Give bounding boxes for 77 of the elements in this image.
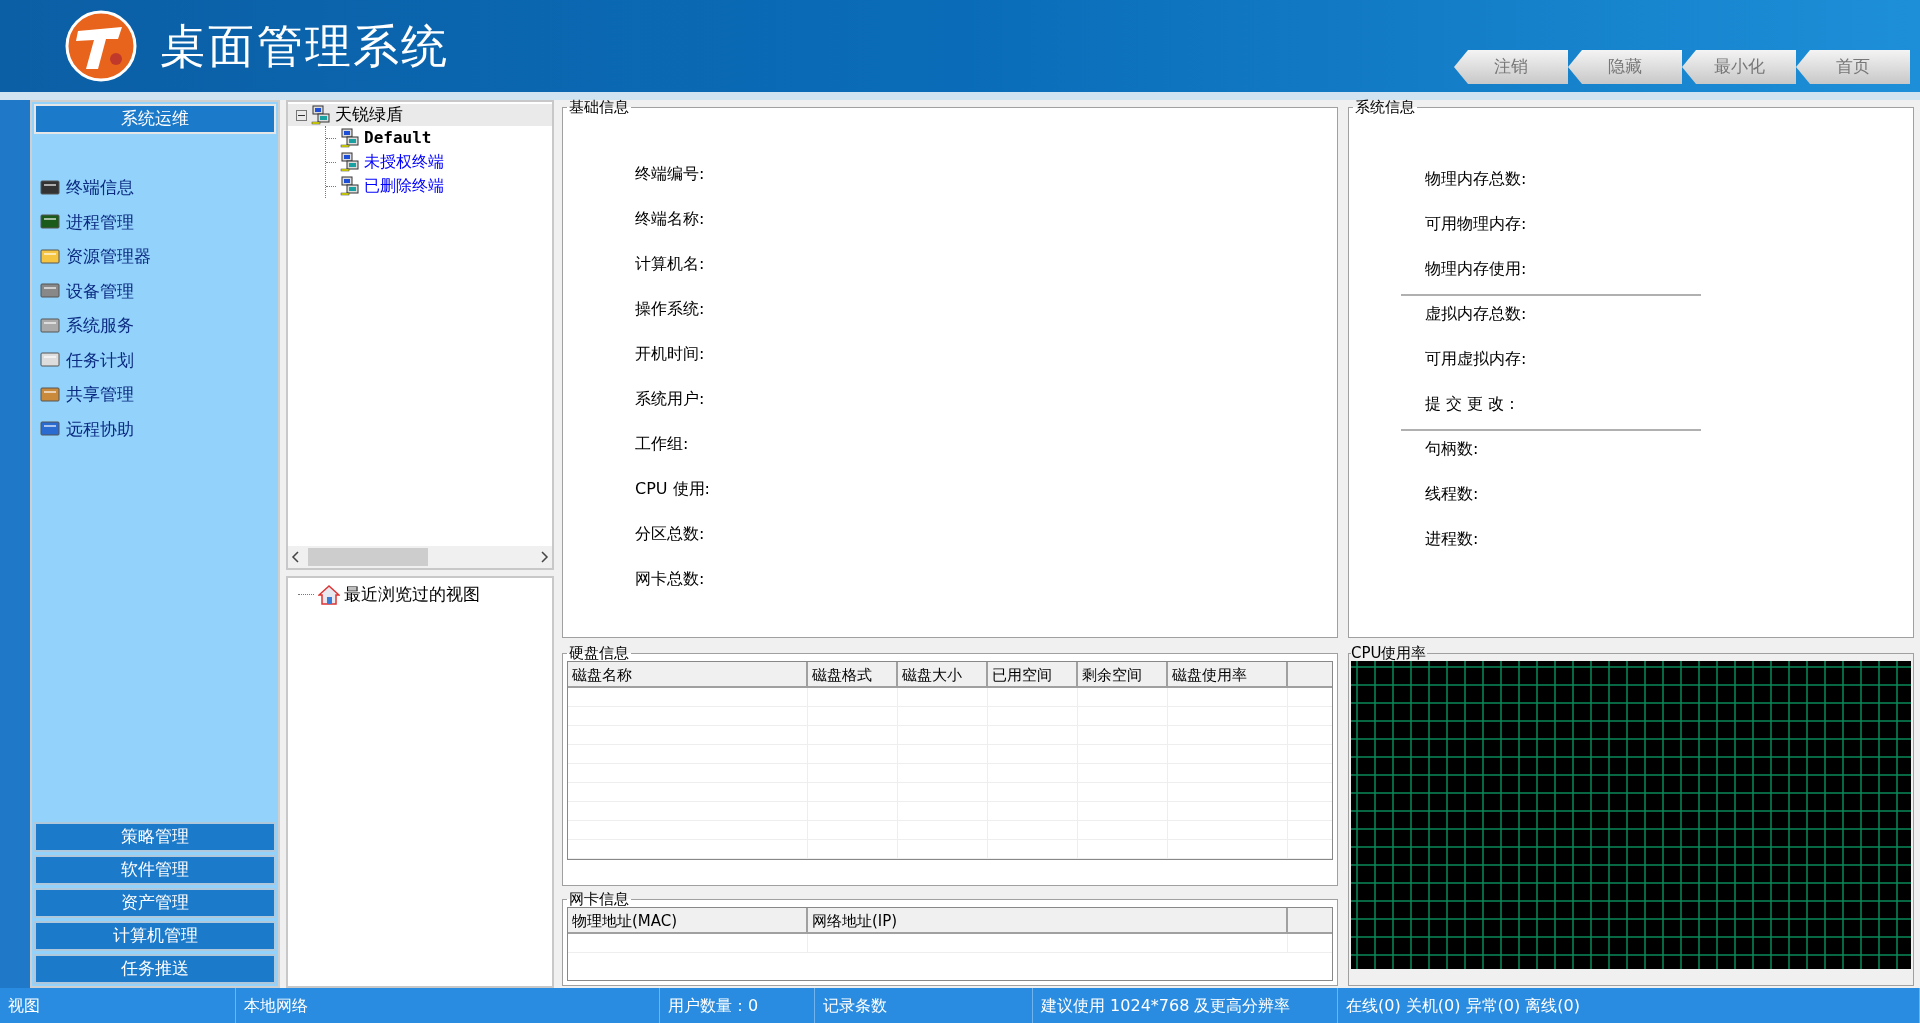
section-header[interactable]: 任务推送 [34, 954, 276, 984]
section-header[interactable]: 资产管理 [34, 888, 276, 918]
section-header[interactable]: 系统运维 [34, 104, 276, 134]
column-header[interactable]: 已用空间 [988, 662, 1078, 688]
field-label: 物理内存使用: [1424, 258, 1527, 280]
header-button[interactable]: 注销 [1454, 50, 1568, 84]
nav-item[interactable]: 进程管理 [66, 209, 134, 235]
group-title: CPU使用率 [1351, 646, 1427, 661]
section-header[interactable]: 策略管理 [34, 822, 276, 852]
column-header[interactable]: 网络地址(IP) [808, 908, 1288, 934]
field-label: 线程数: [1424, 483, 1479, 505]
field-label: CPU 使用: [635, 478, 710, 500]
expand-toggle[interactable] [296, 109, 307, 121]
nav-item[interactable]: 任务计划 [66, 347, 134, 373]
column-header[interactable]: 磁盘格式 [808, 662, 898, 688]
nav-item-icon [40, 420, 60, 439]
computer-icon [340, 128, 360, 148]
status-text: 本地网络 [244, 994, 308, 1017]
recent-views-item[interactable]: 最近浏览过的视图 [344, 582, 480, 608]
field-label: 网卡总数: [635, 568, 705, 590]
field-label: 提 交 更 改 : [1424, 393, 1515, 415]
status-text: 视图 [8, 994, 40, 1017]
computer-icon [340, 176, 360, 196]
nav-item-icon [40, 282, 60, 301]
nav-item[interactable]: 共享管理 [66, 382, 134, 408]
field-label: 进程数: [1424, 528, 1479, 550]
tree-node[interactable]: 已删除终端 [364, 174, 444, 198]
status-text: 记录条数 [823, 994, 887, 1017]
field-label: 操作系统: [635, 298, 705, 320]
nav-item-icon [40, 247, 60, 266]
nav-item[interactable]: 设备管理 [66, 278, 134, 304]
column-header[interactable]: 剩余空间 [1078, 662, 1168, 688]
tree-node[interactable]: Default [364, 126, 432, 150]
field-label: 可用物理内存: [1424, 213, 1527, 235]
field-label: 开机时间: [635, 343, 705, 365]
field-label: 句柄数: [1424, 438, 1479, 460]
field-label: 物理内存总数: [1424, 168, 1527, 190]
status-text: 用户数量：0 [668, 994, 759, 1017]
column-header[interactable]: 磁盘大小 [898, 662, 988, 688]
section-header[interactable]: 软件管理 [34, 855, 276, 885]
computer-icon [340, 152, 360, 172]
column-header[interactable]: 磁盘名称 [568, 662, 808, 688]
house-icon [318, 584, 340, 605]
nav-item-icon [40, 178, 60, 197]
field-label: 工作组: [635, 433, 689, 455]
app-title: 桌面管理系统 [160, 17, 450, 75]
field-label: 可用虚拟内存: [1424, 348, 1527, 370]
nav-item[interactable]: 终端信息 [66, 175, 134, 201]
field-label: 计算机名: [635, 253, 705, 275]
logo-icon [64, 9, 138, 83]
field-label: 系统用户: [635, 388, 705, 410]
group-title: 系统信息 [1354, 100, 1416, 115]
section-header[interactable]: 计算机管理 [34, 921, 276, 951]
nav-item-icon [40, 316, 60, 335]
status-text: 在线(0) 关机(0) 异常(0) 离线(0) [1346, 994, 1580, 1017]
nav-item-icon [40, 385, 60, 404]
header-filler [1288, 662, 1332, 688]
field-label: 分区总数: [635, 523, 705, 545]
horizontal-scrollbar[interactable] [288, 546, 552, 568]
nav-item[interactable]: 远程协助 [66, 416, 134, 442]
field-label: 终端名称: [635, 208, 705, 230]
nav-item[interactable]: 资源管理器 [66, 244, 151, 270]
field-label: 终端编号: [635, 163, 705, 185]
status-text: 建议使用 1024*768 及更高分辨率 [1041, 994, 1291, 1017]
nav-item-icon [40, 351, 60, 370]
computer-icon [311, 105, 331, 125]
header-filler [1288, 908, 1332, 934]
group-title: 网卡信息 [568, 892, 630, 907]
header-button[interactable]: 首页 [1796, 50, 1910, 84]
group-title: 基础信息 [568, 100, 630, 115]
nav-item-icon [40, 213, 60, 232]
column-header[interactable]: 物理地址(MAC) [568, 908, 808, 934]
group-title: 硬盘信息 [568, 646, 630, 661]
tree-node[interactable]: 未授权终端 [364, 150, 444, 174]
field-label: 虚拟内存总数: [1424, 303, 1527, 325]
column-header[interactable]: 磁盘使用率 [1168, 662, 1288, 688]
nav-item[interactable]: 系统服务 [66, 313, 134, 339]
